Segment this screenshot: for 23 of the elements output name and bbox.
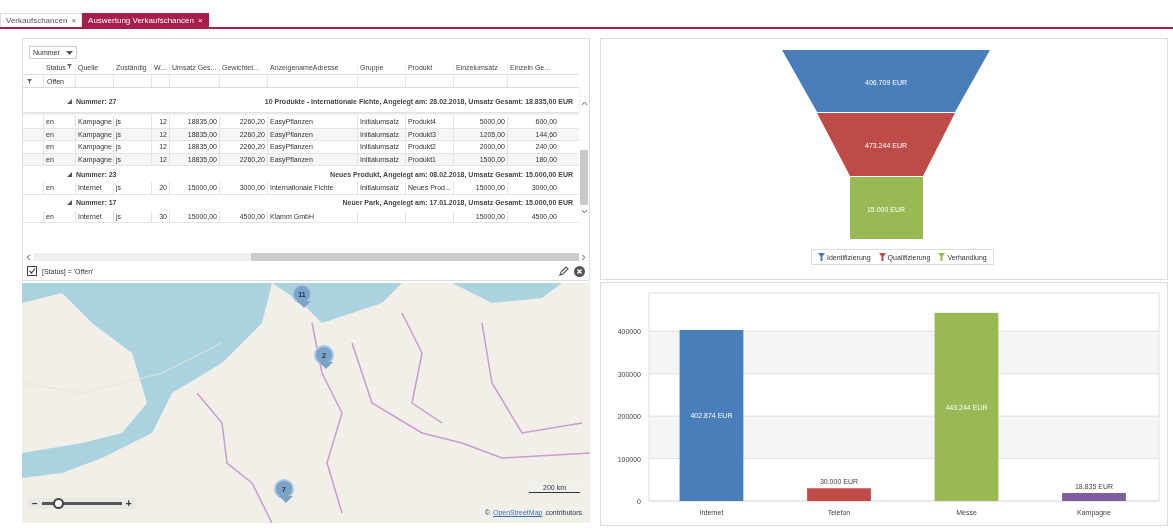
expand-icon[interactable] (67, 98, 72, 104)
pencil-icon[interactable] (559, 266, 569, 276)
scrollbar-thumb[interactable] (251, 253, 579, 261)
scroll-up-icon[interactable] (580, 101, 588, 106)
bar (807, 488, 871, 501)
zoom-slider-thumb[interactable] (52, 498, 64, 509)
bar (1062, 493, 1126, 501)
close-icon[interactable]: × (197, 16, 203, 25)
expand-icon[interactable] (67, 171, 72, 177)
filter-icon (26, 78, 32, 84)
scroll-left-icon[interactable] (26, 253, 31, 261)
clear-icon[interactable] (574, 265, 585, 277)
zoom-out-button[interactable]: − (32, 498, 38, 509)
scrollbar-thumb[interactable] (580, 150, 588, 205)
caret-icon (65, 50, 73, 55)
scroll-down-icon[interactable] (580, 209, 588, 214)
close-icon[interactable]: × (71, 16, 77, 25)
scroll-right-icon[interactable] (581, 253, 586, 261)
expand-icon[interactable] (67, 200, 72, 205)
tab[interactable]: Auswertung Verkaufschancen × (82, 13, 209, 27)
filter-icon[interactable] (66, 64, 72, 69)
checkbox[interactable] (27, 266, 37, 276)
zoom-in-button[interactable]: + (125, 498, 132, 509)
